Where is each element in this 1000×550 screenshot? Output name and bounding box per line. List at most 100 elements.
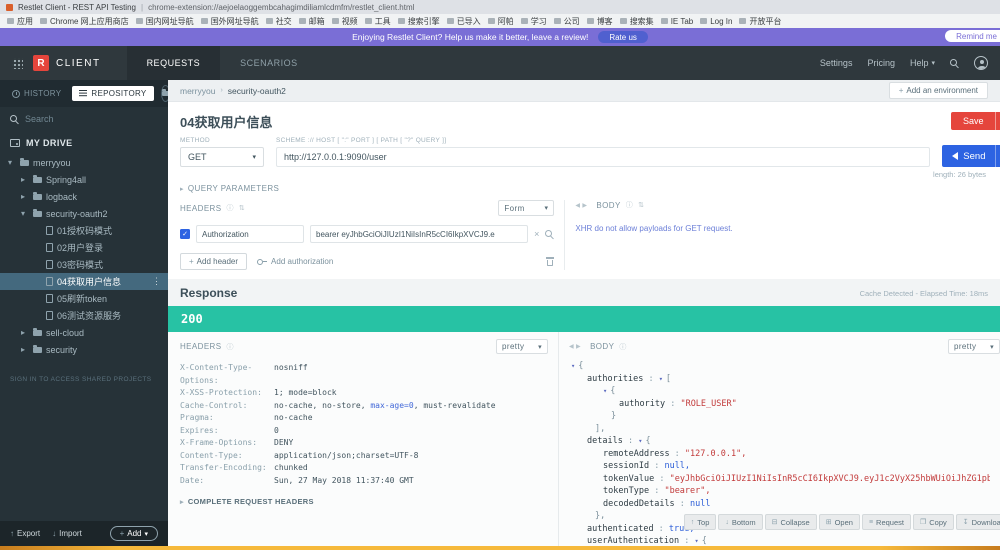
response-toolbar-button[interactable]: ↧ Download	[955, 514, 1000, 530]
bookmark-item[interactable]: 应用	[7, 16, 33, 27]
info-icon[interactable]: ⓘ	[619, 342, 626, 352]
info-icon[interactable]: ⓘ	[226, 342, 233, 352]
body-format-select[interactable]: pretty ▾	[948, 339, 1000, 354]
info-icon[interactable]: ⓘ	[626, 200, 633, 210]
more-options-icon[interactable]: ⋮	[152, 276, 168, 287]
chevron-down-icon[interactable]: ▾	[995, 145, 1000, 167]
response-toolbar-button[interactable]: ⊟ Collapse	[764, 514, 817, 530]
tab-requests[interactable]: REQUESTS	[126, 46, 221, 80]
collapse-toggle-icon[interactable]: ▾	[638, 437, 642, 445]
headers-format-select[interactable]: pretty ▾	[496, 339, 549, 354]
sort-icon[interactable]: ⇅	[638, 201, 644, 209]
response-toolbar-button[interactable]: ≡ Request	[861, 514, 911, 530]
pane-resize-icons[interactable]: ◀ ▶	[575, 202, 587, 209]
bookmark-item[interactable]: 国内网址导航	[135, 16, 194, 27]
collapse-toggle-icon[interactable]: ▾	[659, 375, 663, 383]
breadcrumb-folder[interactable]: security-oauth2	[228, 86, 286, 96]
tab-history[interactable]: HISTORY	[8, 86, 65, 101]
add-environment-button[interactable]: + Add an environment	[888, 82, 988, 99]
form-mode-select[interactable]: Form ▾	[498, 200, 555, 216]
tree-item[interactable]: 04获取用户信息 ⋮	[0, 273, 168, 290]
bookmark-item[interactable]: 工具	[364, 16, 391, 27]
method-select[interactable]: GET ▾	[180, 147, 264, 167]
chevron-right-icon[interactable]: ▶	[582, 202, 587, 209]
add-header-button[interactable]: + Add header	[180, 253, 248, 270]
expand-arrow-icon[interactable]	[8, 158, 16, 167]
tree-item[interactable]: sell-cloud ⋮	[0, 324, 168, 341]
bookmark-item[interactable]: 学习	[520, 16, 547, 27]
bookmark-item[interactable]: 公司	[553, 16, 580, 27]
search-input[interactable]	[25, 114, 135, 124]
remove-header-icon[interactable]: ×	[534, 229, 539, 239]
search-icon[interactable]	[950, 58, 959, 68]
url-input[interactable]	[284, 152, 923, 162]
tree-item[interactable]: 06测试资源服务 ⋮	[0, 307, 168, 324]
bookmark-item[interactable]: Chrome 网上应用商店	[40, 16, 129, 27]
add-authorization-link[interactable]: Add authorization	[257, 257, 333, 266]
pane-resize-icons[interactable]: ◀ ▶	[569, 343, 581, 350]
chevron-down-icon[interactable]: ▾	[995, 112, 1000, 130]
expand-arrow-icon[interactable]	[21, 328, 29, 337]
pricing-link[interactable]: Pricing	[867, 58, 895, 68]
bookmark-item[interactable]: Log In	[700, 17, 732, 26]
tree-item[interactable]: security ⋮	[0, 341, 168, 358]
sort-icon[interactable]: ⇅	[239, 204, 245, 212]
bookmark-item[interactable]: 社交	[265, 16, 292, 27]
bookmark-item[interactable]: 博客	[586, 16, 613, 27]
search-icon[interactable]	[545, 229, 554, 239]
collapse-toggle-icon[interactable]: ▾	[603, 387, 607, 395]
send-button[interactable]: Send ▾	[942, 145, 1000, 167]
address-bar[interactable]: chrome-extension://aejoelaoggembcahagimd…	[148, 3, 994, 12]
remind-me-button[interactable]: Remind me	[945, 30, 1000, 42]
tree-item[interactable]: security-oauth2 ⋮	[0, 205, 168, 222]
bookmark-item[interactable]: 已导入	[446, 16, 481, 27]
response-toolbar-button[interactable]: ❐ Copy	[912, 514, 954, 530]
chevron-left-icon[interactable]: ◀	[569, 343, 574, 350]
header-name-input[interactable]	[202, 229, 298, 239]
tree-item[interactable]: 05刷新token ⋮	[0, 290, 168, 307]
expand-arrow-icon[interactable]	[21, 345, 29, 354]
bookmark-item[interactable]: 开放平台	[739, 16, 781, 27]
export-button[interactable]: ↑ Export	[10, 529, 40, 538]
chevron-right-icon[interactable]: ▶	[576, 343, 581, 350]
response-toolbar-button[interactable]: ↑ Top	[683, 514, 717, 530]
expand-arrow-icon[interactable]	[21, 209, 29, 218]
expand-arrow-icon[interactable]	[21, 192, 29, 201]
bookmark-item[interactable]: 搜索集	[619, 16, 654, 27]
bookmark-item[interactable]: 国外网址导航	[200, 16, 259, 27]
complete-request-headers-toggle[interactable]: ▸ COMPLETE REQUEST HEADERS	[180, 497, 548, 506]
save-button[interactable]: Save ▾	[950, 112, 1000, 130]
user-avatar[interactable]	[974, 56, 988, 70]
add-button[interactable]: + Add ▾	[109, 526, 158, 541]
bookmark-item[interactable]: 视频	[331, 16, 358, 27]
chevron-left-icon[interactable]: ◀	[575, 202, 580, 209]
header-enabled-checkbox[interactable]: ✓	[180, 229, 190, 239]
apps-grid-icon[interactable]	[12, 57, 23, 69]
response-toolbar-button[interactable]: ↓ Bottom	[718, 514, 763, 530]
tree-item[interactable]: 03密码模式 ⋮	[0, 256, 168, 273]
my-drive-row[interactable]: MY DRIVE	[0, 131, 168, 154]
collapse-toggle-icon[interactable]: ▾	[695, 537, 699, 545]
browser-tab-title[interactable]: Restlet Client - REST API Testing	[18, 3, 136, 12]
bookmark-item[interactable]: 邮箱	[298, 16, 325, 27]
header-value-input[interactable]	[316, 229, 523, 239]
tree-item[interactable]: 02用户登录 ⋮	[0, 239, 168, 256]
tree-item[interactable]: logback ⋮	[0, 188, 168, 205]
import-button[interactable]: ↓ Import	[52, 529, 82, 538]
info-icon[interactable]: ⓘ	[226, 203, 233, 213]
rate-us-button[interactable]: Rate us	[598, 31, 648, 43]
bookmark-item[interactable]: 搜索引擎	[397, 16, 440, 27]
tab-scenarios[interactable]: SCENARIOS	[220, 46, 318, 80]
bookmark-item[interactable]: 阿帕	[487, 16, 514, 27]
tree-item[interactable]: Spring4all ⋮	[0, 171, 168, 188]
tab-repository[interactable]: REPOSITORY	[72, 86, 154, 101]
bookmark-item[interactable]: IE Tab	[660, 17, 693, 26]
help-menu[interactable]: Help ▾	[910, 58, 935, 68]
delete-all-headers-icon[interactable]	[546, 257, 555, 266]
expand-arrow-icon[interactable]	[21, 175, 29, 184]
breadcrumb-project[interactable]: merryyou	[180, 86, 215, 96]
collapse-toggle-icon[interactable]: ▾	[571, 362, 575, 370]
tree-item[interactable]: 01授权码模式 ⋮	[0, 222, 168, 239]
query-parameters-toggle[interactable]: ▸ QUERY PARAMETERS	[180, 181, 1000, 200]
response-toolbar-button[interactable]: ⊞ Open	[818, 514, 860, 530]
